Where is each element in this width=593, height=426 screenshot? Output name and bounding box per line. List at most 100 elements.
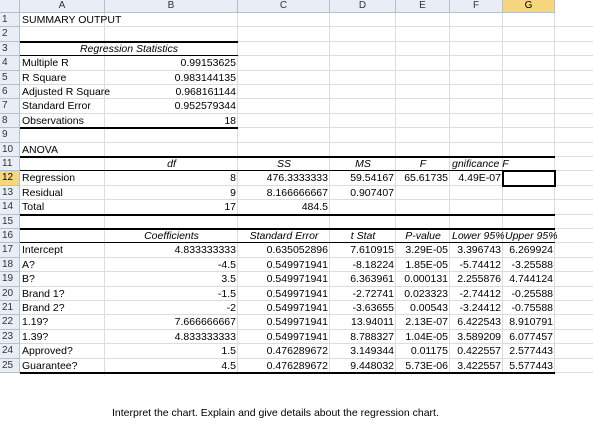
cell-a14[interactable]: Total [20, 200, 105, 214]
row-header-1[interactable]: 1 [0, 13, 20, 28]
row-header-17[interactable]: 17 [0, 243, 20, 258]
cell-g17[interactable]: 6.269924 [503, 243, 555, 257]
cell-f21[interactable]: -3.24412 [450, 301, 503, 315]
row-header-4[interactable]: 4 [0, 56, 20, 71]
row-header-22[interactable]: 22 [0, 315, 20, 330]
row-header-9[interactable]: 9 [0, 128, 20, 143]
cell-d21[interactable]: -3.63655 [330, 301, 396, 315]
cell-e25[interactable]: 5.73E-06 [396, 359, 450, 373]
cell-c22[interactable]: 0.549971941 [238, 315, 330, 329]
cell-g22[interactable]: 8.910791 [503, 315, 555, 329]
cell-a21[interactable]: Brand 2? [20, 301, 105, 315]
row-header-6[interactable]: 6 [0, 85, 20, 100]
cell-c23[interactable]: 0.549971941 [238, 330, 330, 344]
row-header-21[interactable]: 21 [0, 301, 20, 316]
row-header-2[interactable]: 2 [0, 27, 20, 42]
cell-b12[interactable]: 8 [105, 171, 238, 185]
column-header-g[interactable]: G [503, 0, 555, 13]
cell-f19[interactable]: 2.255876 [450, 272, 503, 286]
cell-a17[interactable]: Intercept [20, 243, 105, 257]
cell-f12[interactable]: 4.49E-07 [450, 171, 503, 185]
cell-b11[interactable]: df [105, 157, 238, 171]
cell-g18[interactable]: -3.25588 [503, 258, 555, 272]
cell-e11[interactable]: F [396, 157, 450, 171]
cell-b21[interactable]: -2 [105, 301, 238, 315]
cell-a18[interactable]: A? [20, 258, 105, 272]
cell-g19[interactable]: 4.744124 [503, 272, 555, 286]
cell-d25[interactable]: 9.448032 [330, 359, 396, 373]
cell-a8[interactable]: Observations [20, 114, 105, 128]
cell-f22[interactable]: 6.422543 [450, 315, 503, 329]
cell-c25[interactable]: 0.476289672 [238, 359, 330, 373]
cell-f20[interactable]: -2.74412 [450, 287, 503, 301]
column-header-f[interactable]: F [450, 0, 503, 13]
row-header-20[interactable]: 20 [0, 286, 20, 301]
cell-b16[interactable]: Coefficients [105, 229, 238, 243]
cell-c24[interactable]: 0.476289672 [238, 344, 330, 358]
cell-ab3[interactable]: Regression Statistics [20, 42, 238, 56]
cell-c17[interactable]: 0.635052896 [238, 243, 330, 257]
cell-a22[interactable]: 1.19? [20, 315, 105, 329]
column-header-b[interactable]: B [105, 0, 238, 13]
cell-f16[interactable]: Lower 95% [450, 229, 505, 243]
cell-f23[interactable]: 3.589209 [450, 330, 503, 344]
cell-g16[interactable]: Upper 95% [503, 229, 558, 243]
cell-b22[interactable]: 7.666666667 [105, 315, 238, 329]
cell-a10[interactable]: ANOVA [20, 143, 105, 157]
cell-f24[interactable]: 0.422557 [450, 344, 503, 358]
cell-c19[interactable]: 0.549971941 [238, 272, 330, 286]
cell-e20[interactable]: 0.023323 [396, 287, 450, 301]
row-header-7[interactable]: 7 [0, 99, 20, 114]
cell-f25[interactable]: 3.422557 [450, 359, 503, 373]
cell-a7[interactable]: Standard Error [20, 99, 105, 113]
row-header-14[interactable]: 14 [0, 200, 20, 215]
row-header-5[interactable]: 5 [0, 70, 20, 85]
cell-e21[interactable]: 0.00543 [396, 301, 450, 315]
cell-d12[interactable]: 59.54167 [330, 171, 396, 185]
cell-b25[interactable]: 4.5 [105, 359, 238, 373]
cell-g25[interactable]: 5.577443 [503, 359, 555, 373]
cell-d11[interactable]: MS [330, 157, 396, 171]
cell-b5[interactable]: 0.983144135 [105, 71, 238, 85]
row-header-16[interactable]: 16 [0, 229, 20, 244]
column-header-c[interactable]: C [238, 0, 330, 13]
cell-a23[interactable]: 1.39? [20, 330, 105, 344]
cell-e18[interactable]: 1.85E-05 [396, 258, 450, 272]
cell-c21[interactable]: 0.549971941 [238, 301, 330, 315]
cell-g23[interactable]: 6.077457 [503, 330, 555, 344]
cell-b13[interactable]: 9 [105, 186, 238, 200]
select-all-corner[interactable] [0, 0, 20, 13]
cell-e12[interactable]: 65.61735 [396, 171, 450, 185]
cell-e24[interactable]: 0.01175 [396, 344, 450, 358]
cell-c11[interactable]: SS [238, 157, 330, 171]
cell-g24[interactable]: 2.577443 [503, 344, 555, 358]
cell-d23[interactable]: 8.788327 [330, 330, 396, 344]
cell-b19[interactable]: 3.5 [105, 272, 238, 286]
cell-a4[interactable]: Multiple R [20, 56, 105, 70]
row-header-23[interactable]: 23 [0, 329, 20, 345]
cell-d24[interactable]: 3.149344 [330, 344, 396, 358]
cell-a19[interactable]: B? [20, 272, 105, 286]
row-header-19[interactable]: 19 [0, 272, 20, 287]
cell-e23[interactable]: 1.04E-05 [396, 330, 450, 344]
cell-b18[interactable]: -4.5 [105, 258, 238, 272]
row-header-18[interactable]: 18 [0, 257, 20, 273]
cell-b7[interactable]: 0.952579344 [105, 99, 238, 113]
cell-a20[interactable]: Brand 1? [20, 287, 105, 301]
row-header-24[interactable]: 24 [0, 344, 20, 359]
cell-b4[interactable]: 0.99153625 [105, 56, 238, 70]
cell-d20[interactable]: -2.72741 [330, 287, 396, 301]
cell-e22[interactable]: 2.13E-07 [396, 315, 450, 329]
cell-e16[interactable]: P-value [396, 229, 450, 243]
cell-d18[interactable]: -8.18224 [330, 258, 396, 272]
cell-b8[interactable]: 18 [105, 114, 238, 128]
cell-f11[interactable]: gnificance F [450, 157, 509, 171]
cell-c12[interactable]: 476.3333333 [238, 171, 330, 185]
row-header-13[interactable]: 13 [0, 185, 20, 201]
cell-e17[interactable]: 3.29E-05 [396, 243, 450, 257]
cell-b24[interactable]: 1.5 [105, 344, 238, 358]
row-header-15[interactable]: 15 [0, 214, 20, 229]
cell-a6[interactable]: Adjusted R Square [20, 85, 110, 99]
cell-g20[interactable]: -0.25588 [503, 287, 555, 301]
cell-e19[interactable]: 0.000131 [396, 272, 450, 286]
